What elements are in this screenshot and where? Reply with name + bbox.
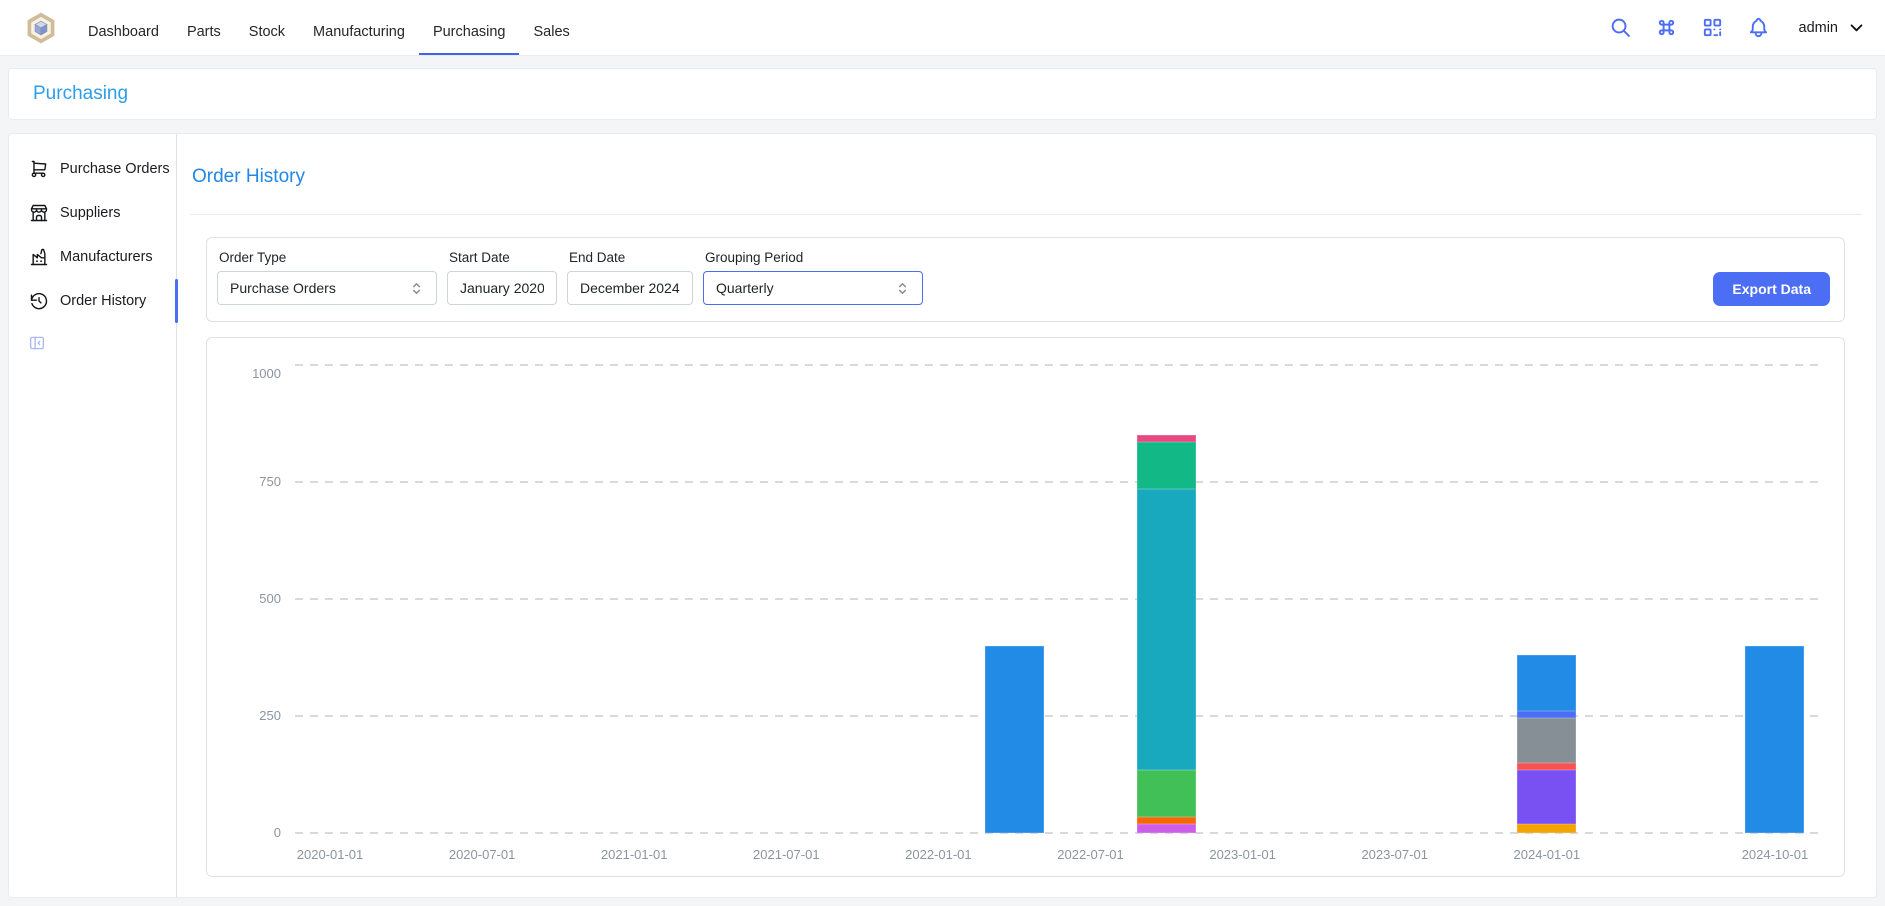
- y-axis-tick: 750: [207, 474, 281, 489]
- end-date-input[interactable]: [580, 280, 680, 296]
- tab-dashboard[interactable]: Dashboard: [74, 8, 173, 55]
- cart-icon: [29, 159, 49, 179]
- sidebar-item-order-history[interactable]: Order History: [9, 279, 176, 323]
- y-axis-tick: 0: [207, 825, 281, 840]
- breadcrumb[interactable]: Purchasing: [33, 83, 128, 105]
- x-axis-tick: 2021-01-01: [574, 847, 694, 862]
- bar-segment-orange[interactable]: [1137, 817, 1196, 824]
- gridline: [295, 598, 1818, 600]
- end-date-label: End Date: [569, 250, 693, 265]
- qrcode-scan-icon[interactable]: [1701, 16, 1725, 40]
- sidebar: Purchase OrdersSuppliersManufacturersOrd…: [9, 134, 177, 897]
- order-type-field: Order Type Purchase Orders: [217, 250, 437, 305]
- start-date-input[interactable]: [460, 280, 544, 296]
- x-axis-tick: 2021-07-01: [726, 847, 846, 862]
- gridline: [295, 715, 1818, 717]
- sidebar-item-purchase-orders[interactable]: Purchase Orders: [9, 147, 176, 191]
- bar-segment-green[interactable]: [1137, 770, 1196, 817]
- end-date-input-wrap: [567, 271, 693, 305]
- breadcrumb-bar: Purchasing: [8, 68, 1877, 120]
- history-icon: [29, 291, 49, 311]
- x-axis-tick: 2023-01-01: [1183, 847, 1303, 862]
- bar-segment-indigo[interactable]: [1517, 711, 1576, 718]
- tab-sales[interactable]: Sales: [519, 8, 583, 55]
- bar-segment-violet[interactable]: [1517, 770, 1576, 824]
- bar-segment-magenta[interactable]: [1137, 824, 1196, 833]
- command-icon[interactable]: [1655, 16, 1679, 40]
- tab-parts[interactable]: Parts: [173, 8, 235, 55]
- factory-icon: [29, 247, 49, 267]
- x-axis-tick: 2023-07-01: [1335, 847, 1455, 862]
- x-axis-tick: 2022-01-01: [878, 847, 998, 862]
- order-type-select[interactable]: Purchase Orders: [217, 271, 437, 305]
- bar-segment-blue[interactable]: [1517, 655, 1576, 711]
- x-axis-tick: 2020-01-01: [270, 847, 390, 862]
- page-title: Order History: [192, 166, 1862, 188]
- main-nav-tabs: DashboardPartsStockManufacturingPurchasi…: [74, 0, 584, 56]
- selector-icon: [409, 281, 424, 296]
- navbar-actions: admin: [1609, 16, 1866, 40]
- bar-segment-emerald[interactable]: [1137, 442, 1196, 489]
- x-axis-tick: 2024-10-01: [1715, 847, 1835, 862]
- selector-icon: [895, 281, 910, 296]
- bar-segment-gray[interactable]: [1517, 718, 1576, 762]
- tab-manufacturing[interactable]: Manufacturing: [299, 8, 419, 55]
- user-menu[interactable]: admin: [1799, 19, 1866, 36]
- start-date-label: Start Date: [449, 250, 557, 265]
- order-history-chart: 0 250 500 750 1000 2020-01-01 2020-07-01 2021-0…: [206, 337, 1845, 877]
- filter-bar: Order Type Purchase Orders Start Date En…: [206, 237, 1845, 322]
- bell-icon[interactable]: [1747, 16, 1771, 40]
- order-type-value: Purchase Orders: [230, 280, 336, 296]
- main-panel: Purchase OrdersSuppliersManufacturersOrd…: [8, 133, 1877, 898]
- grouping-period-select[interactable]: Quarterly: [703, 271, 923, 305]
- tab-purchasing[interactable]: Purchasing: [419, 8, 520, 55]
- gridline: [295, 832, 1818, 834]
- bar-segment-amber[interactable]: [1517, 824, 1576, 833]
- sidebar-active-indicator: [175, 279, 178, 323]
- bar-segment-red[interactable]: [1517, 763, 1576, 770]
- end-date-field: End Date: [567, 250, 693, 305]
- y-axis-tick: 500: [207, 591, 281, 606]
- grouping-period-value: Quarterly: [716, 280, 774, 296]
- order-type-label: Order Type: [219, 250, 437, 265]
- x-axis-tick: 2022-07-01: [1031, 847, 1151, 862]
- gridline: [295, 364, 1818, 366]
- x-axis-tick: 2020-07-01: [422, 847, 542, 862]
- search-icon[interactable]: [1609, 16, 1633, 40]
- top-navbar: DashboardPartsStockManufacturingPurchasi…: [0, 0, 1885, 56]
- gridline: [295, 481, 1818, 483]
- x-axis-tick: 2024-01-01: [1487, 847, 1607, 862]
- sidebar-collapse-icon[interactable]: [28, 334, 46, 352]
- grouping-period-field: Grouping Period Quarterly: [703, 250, 923, 305]
- bar-segment-blue[interactable]: [1745, 646, 1804, 833]
- store-icon: [29, 203, 49, 223]
- tab-stock[interactable]: Stock: [235, 8, 299, 55]
- title-divider: [190, 214, 1862, 215]
- bar-segment-cyan[interactable]: [1137, 489, 1196, 770]
- y-axis-tick: 1000: [207, 366, 281, 381]
- sidebar-item-manufacturers[interactable]: Manufacturers: [9, 235, 176, 279]
- bar-segment-blue[interactable]: [985, 646, 1044, 833]
- content-area: Order History Order Type Purchase Orders…: [177, 134, 1876, 897]
- sidebar-item-suppliers[interactable]: Suppliers: [9, 191, 176, 235]
- export-data-button[interactable]: Export Data: [1713, 272, 1830, 306]
- app-logo-icon[interactable]: [24, 11, 58, 45]
- username-label: admin: [1799, 20, 1839, 36]
- chevron-down-icon: [1848, 19, 1865, 36]
- start-date-field: Start Date: [447, 250, 557, 305]
- y-axis-tick: 250: [207, 708, 281, 723]
- start-date-input-wrap: [447, 271, 557, 305]
- bar-segment-pink[interactable]: [1137, 435, 1196, 442]
- grouping-period-label: Grouping Period: [705, 250, 923, 265]
